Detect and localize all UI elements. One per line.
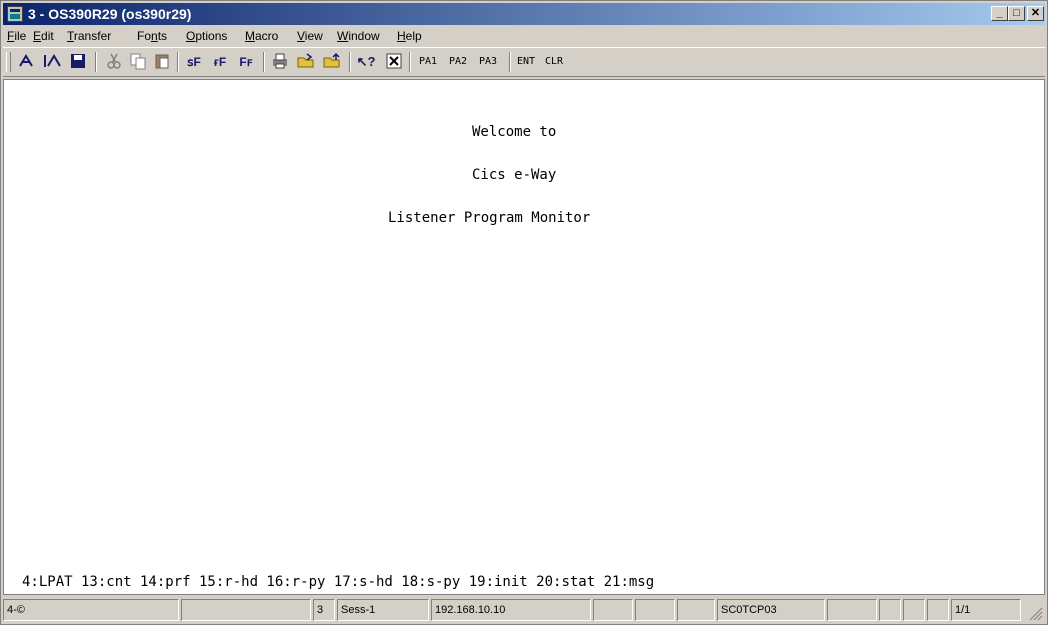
send-file-icon[interactable] [15, 52, 37, 72]
session-number: 3 [313, 599, 335, 621]
enter-button[interactable]: ENT [517, 56, 535, 67]
status-empty-cell [903, 599, 925, 621]
menu-help[interactable]: Help [397, 29, 422, 43]
cut-icon[interactable] [103, 52, 125, 72]
pa1-button[interactable]: PA1 [419, 56, 437, 67]
host-ip: 192.168.10.10 [431, 599, 591, 621]
toolbar-separator [263, 52, 265, 72]
help-pointer-icon[interactable]: ↖? [355, 52, 377, 72]
clear-button[interactable]: CLR [545, 56, 563, 67]
menu-macro[interactable]: Macro [245, 29, 278, 43]
toolbar-separator [349, 52, 351, 72]
status-bar: 4-© 3 Sess-1 192.168.10.10 SC0TCP03 1/1 [3, 597, 1045, 623]
toolbar-separator [509, 52, 511, 72]
product-line: Cics e-Way [472, 167, 557, 183]
copy-icon[interactable] [127, 52, 149, 72]
pa3-button[interactable]: PA3 [479, 56, 497, 67]
receive-file-icon[interactable] [41, 52, 63, 72]
font-small-icon[interactable]: ꜱF [183, 52, 205, 72]
toolbar-separator [177, 52, 179, 72]
status-empty-cell [593, 599, 633, 621]
program-line: Listener Program Monitor [388, 210, 591, 226]
paste-icon[interactable] [151, 52, 173, 72]
page-indicator: 1/1 [951, 599, 1021, 621]
app-icon[interactable] [7, 6, 23, 22]
maximize-button[interactable]: □ [1008, 6, 1025, 21]
menu-transfer[interactable]: Transfer [67, 29, 111, 43]
toolbar-separator [409, 52, 411, 72]
toolbar-separator [95, 52, 97, 72]
menu-options[interactable]: Options [186, 29, 227, 43]
emulator-window: 3 - OS390R29 (os390r29) _ □ ✕ File Edit … [0, 0, 1048, 625]
save-icon[interactable] [67, 52, 89, 72]
menu-window[interactable]: Window [337, 29, 380, 43]
menu-view[interactable]: View [297, 29, 323, 43]
status-empty-cell [677, 599, 715, 621]
menu-file[interactable]: File [7, 29, 26, 43]
pf-key-legend: 4:LPAT 13:cnt 14:prf 15:r-hd 16:r-py 17:… [22, 574, 655, 590]
terminal-screen[interactable]: Welcome to Cics e-Way Listener Program M… [3, 79, 1045, 595]
pa2-button[interactable]: PA2 [449, 56, 467, 67]
font-large-icon[interactable]: Fꜰ [235, 52, 257, 72]
menu-bar: File Edit Transfer Fonts Options Macro V… [3, 26, 1045, 46]
menu-fonts[interactable]: Fonts [137, 29, 167, 43]
lu-name: SC0TCP03 [717, 599, 825, 621]
status-empty-cell [879, 599, 901, 621]
open-icon[interactable] [295, 52, 317, 72]
status-empty-cell [827, 599, 877, 621]
minimize-button[interactable]: _ [991, 6, 1008, 21]
close-box-icon[interactable] [383, 52, 405, 72]
menu-edit[interactable]: Edit [33, 29, 54, 43]
status-empty-cell [635, 599, 675, 621]
title-bar[interactable]: 3 - OS390R29 (os390r29) _ □ ✕ [3, 3, 1045, 25]
window-title: 3 - OS390R29 (os390r29) [28, 6, 192, 22]
close-button[interactable]: ✕ [1027, 6, 1044, 21]
open-alt-icon[interactable] [321, 52, 343, 72]
session-name: Sess-1 [337, 599, 429, 621]
font-medium-icon[interactable]: ғF [209, 52, 231, 72]
print-icon[interactable] [269, 52, 291, 72]
welcome-line: Welcome to [472, 124, 557, 140]
status-empty-cell [927, 599, 949, 621]
toolbar-grip[interactable] [6, 52, 11, 72]
cursor-indicator: 4-© [3, 599, 179, 621]
resize-grip-icon[interactable] [1029, 607, 1043, 621]
status-empty-cell [181, 599, 311, 621]
toolbar: ꜱF ғF Fꜰ ↖? PA1 PA2 PA3 ENT CLR [3, 47, 1045, 77]
